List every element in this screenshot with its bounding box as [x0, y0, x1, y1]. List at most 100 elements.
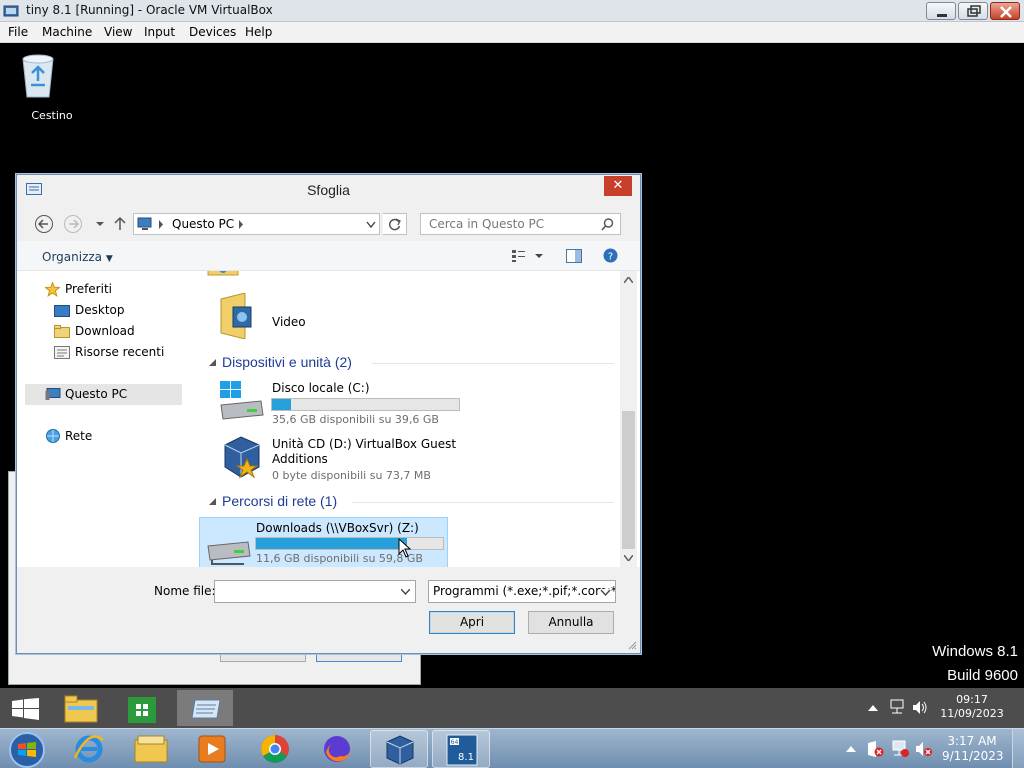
network-drive-icon — [204, 528, 252, 567]
dialog-title-bar: Sfoglia ✕ — [17, 175, 640, 205]
restore-button[interactable] — [958, 2, 988, 20]
guest-clock[interactable]: 09:17 11/09/2023 — [940, 693, 1004, 721]
breadcrumb[interactable]: Questo PC — [172, 217, 234, 231]
drive-c-name: Disco locale (C:) — [272, 381, 370, 395]
taskbar-media-player[interactable] — [184, 730, 242, 768]
menu-input[interactable]: Input — [144, 25, 175, 39]
scroll-down-icon[interactable] — [624, 555, 633, 561]
resize-grip-icon[interactable] — [627, 640, 637, 650]
nav-item-this-pc[interactable]: Questo PC — [65, 387, 127, 401]
computer-icon — [45, 388, 61, 404]
taskbar-internet-explorer[interactable] — [60, 730, 118, 768]
menu-devices[interactable]: Devices — [189, 25, 236, 39]
file-list: Video Dispositivi e unità (2) Disco loca… — [187, 271, 620, 567]
chevron-up-icon[interactable] — [846, 745, 856, 752]
collapse-arrow-icon[interactable] — [209, 359, 217, 367]
recycle-bin[interactable]: Cestino — [14, 51, 73, 122]
guest-taskbar: 09:17 11/09/2023 — [0, 688, 1024, 728]
minimize-button[interactable] — [926, 2, 956, 20]
refresh-button[interactable] — [383, 213, 407, 235]
taskbar-store[interactable] — [115, 690, 171, 726]
taskbar-file-explorer[interactable] — [54, 690, 110, 726]
taskbar-chrome[interactable] — [246, 730, 304, 768]
group-header-network[interactable]: Percorsi di rete (1) — [222, 493, 337, 509]
capacity-bar — [255, 537, 444, 550]
search-placeholder: Cerca in Questo PC — [429, 217, 545, 231]
collapse-arrow-icon[interactable] — [209, 498, 217, 506]
cancel-button[interactable]: Annulla — [528, 611, 614, 634]
network-icon — [45, 429, 61, 447]
minimize-icon — [937, 14, 947, 17]
taskbar-firefox[interactable] — [308, 730, 366, 768]
scroll-thumb[interactable] — [622, 411, 635, 549]
guest-desktop: Cestino Windows 8.1 Build 9600 Sfoglia ✕… — [0, 43, 1024, 688]
host-window-title: tiny 8.1 [Running] - Oracle VM VirtualBo… — [26, 3, 273, 17]
start-button[interactable] — [0, 690, 56, 726]
menu-file[interactable]: File — [8, 25, 28, 39]
chevron-right-icon[interactable] — [238, 220, 244, 229]
menu-help[interactable]: Help — [245, 25, 272, 39]
recycle-bin-label: Cestino — [31, 109, 73, 122]
folder-icon — [134, 735, 168, 763]
search-icon — [601, 218, 614, 231]
svg-text:8.1: 8.1 — [458, 752, 474, 763]
drive-d-name-line1: Unità CD (D:) VirtualBox Guest — [272, 437, 457, 451]
download-folder-icon — [54, 325, 70, 341]
nav-item-downloads[interactable]: Download — [75, 324, 135, 338]
windows-orb-icon — [9, 732, 45, 768]
navigation-bar: Questo PC Cerca in Questo PC — [17, 205, 640, 241]
chevron-down-icon[interactable] — [401, 589, 410, 595]
menu-machine[interactable]: Machine — [42, 25, 92, 39]
vertical-scrollbar[interactable] — [620, 271, 637, 567]
scroll-up-icon[interactable] — [624, 277, 633, 283]
taskbar-virtualbox[interactable] — [370, 730, 428, 768]
forward-icon[interactable] — [63, 214, 83, 234]
host-clock[interactable]: 3:17 AM 9/11/2023 — [942, 734, 1004, 764]
show-desktop-button[interactable] — [1012, 729, 1024, 768]
taskbar-active-window[interactable] — [177, 690, 233, 726]
list-item-drive-z[interactable]: Downloads (\\VBoxSvr) (Z:) 11,6 GB dispo… — [199, 517, 448, 567]
computer-icon — [137, 217, 152, 230]
close-icon: ✕ — [612, 178, 624, 193]
chevron-down-icon[interactable] — [366, 221, 376, 229]
back-icon[interactable] — [34, 214, 54, 234]
capacity-bar — [271, 398, 460, 411]
group-header-devices[interactable]: Dispositivi e unità (2) — [222, 354, 352, 370]
organize-button[interactable]: Organizza ▼ — [42, 250, 113, 264]
network-status-icon[interactable] — [891, 740, 909, 758]
chevron-down-icon[interactable] — [90, 214, 110, 234]
address-bar[interactable]: Questo PC — [133, 213, 380, 235]
internet-explorer-icon — [73, 735, 104, 763]
menu-view[interactable]: View — [104, 25, 132, 39]
taskbar-vm-window[interactable]: 64 8.1 — [432, 730, 490, 768]
group-divider — [352, 502, 614, 503]
volume-muted-icon[interactable] — [915, 740, 933, 758]
virtualbox-cd-icon — [221, 435, 263, 482]
dialog-close-button[interactable]: ✕ — [604, 176, 632, 196]
drive-c-free-space: 35,6 GB disponibili su 39,6 GB — [272, 413, 439, 426]
action-center-icon[interactable] — [866, 740, 884, 758]
taskbar-windows-explorer[interactable] — [122, 730, 180, 768]
nav-item-desktop[interactable]: Desktop — [75, 303, 125, 317]
nav-item-favorites[interactable]: Preferiti — [65, 282, 112, 296]
host-start-button[interactable] — [2, 730, 52, 768]
up-arrow-icon[interactable] — [110, 214, 130, 234]
open-button[interactable]: Apri — [429, 611, 515, 634]
filename-input[interactable] — [214, 580, 416, 603]
host-time: 3:17 AM — [947, 734, 997, 748]
preview-pane-icon[interactable] — [566, 249, 582, 263]
search-input[interactable]: Cerca in Questo PC — [420, 213, 621, 235]
close-button[interactable] — [990, 2, 1020, 20]
nav-item-recent[interactable]: Risorse recenti — [75, 345, 164, 359]
chevron-down-icon — [600, 589, 611, 597]
volume-icon[interactable] — [912, 700, 928, 715]
file-type-select[interactable]: Programmi (*.exe;*.pif;*.com;*. — [428, 580, 616, 603]
store-icon — [128, 697, 156, 723]
folder-icon — [206, 271, 240, 282]
nav-item-network[interactable]: Rete — [65, 429, 92, 443]
network-status-icon[interactable] — [889, 699, 905, 715]
capacity-fill — [272, 399, 291, 410]
help-icon[interactable]: ? — [603, 248, 618, 263]
chevron-up-icon[interactable] — [868, 704, 878, 711]
view-options-icon[interactable] — [511, 249, 543, 263]
